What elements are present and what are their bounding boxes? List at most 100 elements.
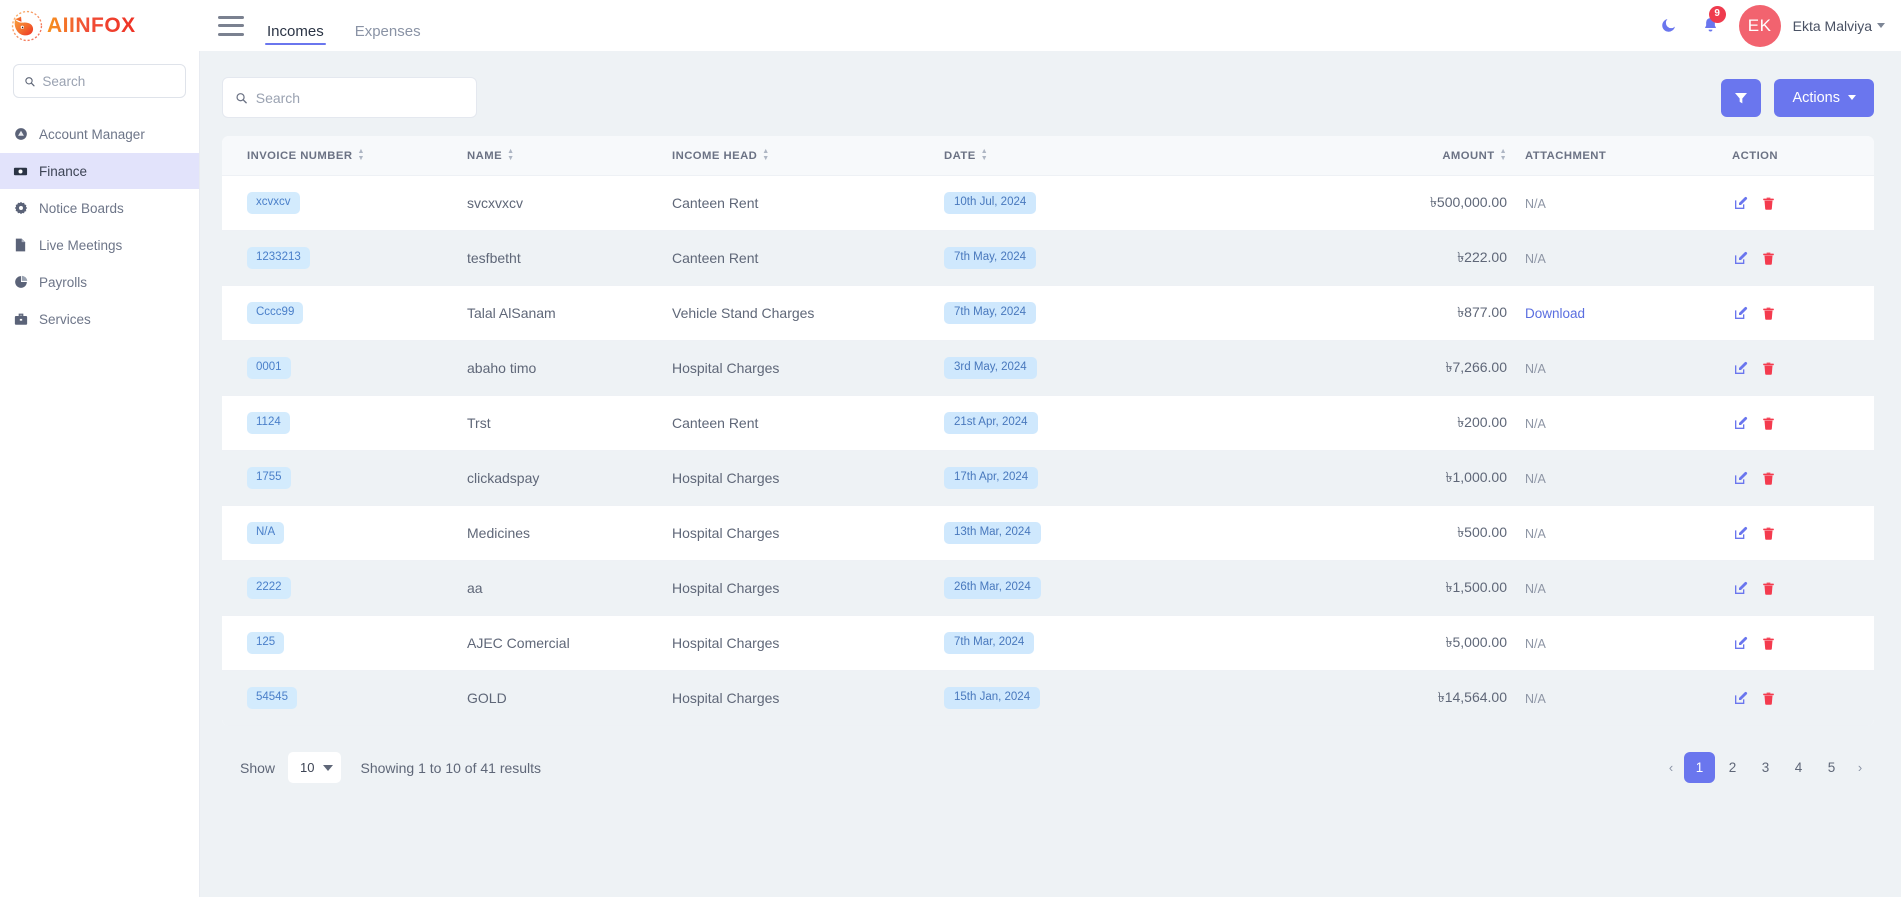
- invoice-number-badge: 1124: [247, 412, 290, 434]
- cell-amount: ৳1,000.00: [1339, 451, 1509, 506]
- search-icon: [25, 76, 35, 86]
- search-input[interactable]: [255, 89, 464, 106]
- sidebar-item-payrolls[interactable]: Payrolls: [0, 264, 199, 300]
- trash-delete-icon[interactable]: [1759, 634, 1777, 652]
- column-header-amount[interactable]: AMOUNT ▲ ▼: [1339, 136, 1509, 176]
- pagination-page-2[interactable]: 2: [1717, 752, 1748, 783]
- column-header-action: ACTION: [1714, 136, 1874, 176]
- table-row: 2222 aa Hospital Charges 26th Mar, 2024 …: [222, 560, 1874, 616]
- cell-attachment: Download: [1509, 286, 1714, 341]
- sidebar-item-finance[interactable]: Finance: [0, 153, 199, 189]
- column-header-income-head[interactable]: INCOME HEAD ▲ ▼: [672, 136, 944, 176]
- pagination-page-3[interactable]: 3: [1750, 752, 1781, 783]
- attachment-value: N/A: [1525, 197, 1546, 211]
- sort-icon: ▲ ▼: [762, 148, 770, 162]
- hamburger-menu-icon[interactable]: [218, 15, 244, 36]
- date-badge: 10th Jul, 2024: [944, 192, 1037, 214]
- cell-amount: ৳5,000.00: [1339, 616, 1509, 671]
- cell-date: 17th Apr, 2024: [944, 451, 1339, 506]
- services-icon: [13, 312, 28, 327]
- amount-value: ৳222.00: [1457, 249, 1507, 265]
- cell-income-head: Canteen Rent: [672, 195, 759, 211]
- sidebar-item-account-manager[interactable]: Account Manager: [0, 116, 199, 152]
- column-label: INCOME HEAD: [672, 149, 758, 162]
- pagination-page-5[interactable]: 5: [1816, 752, 1847, 783]
- cell-income-head: Vehicle Stand Charges: [672, 305, 815, 321]
- sort-icon: ▲ ▼: [507, 148, 515, 162]
- sort-icon: ▲ ▼: [980, 148, 989, 162]
- cell-date: 7th May, 2024: [944, 231, 1339, 286]
- app-logo[interactable]: AIINFOX: [10, 9, 136, 43]
- cell-action: [1714, 671, 1874, 726]
- trash-delete-icon[interactable]: [1759, 469, 1777, 487]
- trash-delete-icon[interactable]: [1759, 359, 1777, 377]
- column-header-date[interactable]: DATE ▲ ▼: [944, 136, 1339, 176]
- filter-button[interactable]: [1721, 78, 1762, 117]
- sidebar-item-notice-boards[interactable]: Notice Boards: [0, 190, 199, 226]
- trash-delete-icon[interactable]: [1759, 414, 1777, 432]
- edit-pencil-icon[interactable]: [1732, 414, 1750, 432]
- notifications-button[interactable]: 9: [1689, 5, 1733, 46]
- trash-delete-icon[interactable]: [1759, 579, 1777, 597]
- cell-attachment: N/A: [1509, 451, 1714, 506]
- edit-pencil-icon[interactable]: [1732, 579, 1750, 597]
- attachment-value: N/A: [1525, 582, 1546, 596]
- header-right-actions: 9 EK Ekta Malviya: [1649, 4, 1901, 47]
- cell-income-head: Hospital Charges: [672, 525, 780, 541]
- cell-name: clickadspay: [467, 470, 540, 486]
- sidebar-search[interactable]: [13, 64, 186, 98]
- pagination-page-1[interactable]: 1: [1684, 752, 1715, 783]
- cell-date: 21st Apr, 2024: [944, 396, 1339, 451]
- edit-pencil-icon[interactable]: [1732, 249, 1750, 267]
- cell-date: 15th Jan, 2024: [944, 671, 1339, 726]
- cell-date: 7th May, 2024: [944, 286, 1339, 341]
- edit-pencil-icon[interactable]: [1732, 634, 1750, 652]
- cell-action: [1714, 341, 1874, 396]
- column-header-invoice-number[interactable]: INVOICE NUMBER ▲ ▼: [222, 136, 467, 176]
- amount-value: ৳200.00: [1457, 414, 1507, 430]
- cell-amount: ৳500,000.00: [1339, 176, 1509, 231]
- table-row: 54545 GOLD Hospital Charges 15th Jan, 20…: [222, 670, 1874, 726]
- edit-pencil-icon[interactable]: [1732, 469, 1750, 487]
- chevron-down-icon: [1877, 23, 1885, 28]
- cell-income-head: Hospital Charges: [672, 580, 780, 596]
- sidebar-search-input[interactable]: [42, 73, 175, 89]
- edit-pencil-icon[interactable]: [1732, 689, 1750, 707]
- dark-mode-toggle[interactable]: [1649, 6, 1689, 46]
- page-size-select[interactable]: 10: [288, 752, 341, 783]
- download-link[interactable]: Download: [1525, 306, 1585, 321]
- edit-pencil-icon[interactable]: [1732, 359, 1750, 377]
- invoice-number-badge: 2222: [247, 577, 291, 599]
- cell-income-head: Hospital Charges: [672, 690, 780, 706]
- trash-delete-icon[interactable]: [1759, 689, 1777, 707]
- trash-delete-icon[interactable]: [1759, 524, 1777, 542]
- tab-expenses[interactable]: Expenses: [353, 24, 423, 51]
- edit-pencil-icon[interactable]: [1732, 194, 1750, 212]
- actions-button-label: Actions: [1792, 89, 1840, 106]
- trash-delete-icon[interactable]: [1759, 249, 1777, 267]
- pagination-prev[interactable]: ‹: [1660, 752, 1682, 783]
- invoice-number-badge: 1755: [247, 467, 291, 489]
- cell-name: tesfbetht: [467, 250, 521, 266]
- edit-pencil-icon[interactable]: [1732, 524, 1750, 542]
- sidebar-item-services[interactable]: Services: [0, 301, 199, 337]
- invoice-number-badge: 1233213: [247, 247, 310, 269]
- column-header-name[interactable]: NAME ▲ ▼: [467, 136, 672, 176]
- user-menu[interactable]: Ekta Malviya: [1793, 18, 1885, 34]
- trash-delete-icon[interactable]: [1759, 194, 1777, 212]
- pagination-next[interactable]: ›: [1849, 752, 1871, 783]
- cell-amount: ৳14,564.00: [1339, 671, 1509, 726]
- pagination-page-4[interactable]: 4: [1783, 752, 1814, 783]
- sidebar-item-live-meetings[interactable]: Live Meetings: [0, 227, 199, 263]
- avatar[interactable]: EK: [1738, 4, 1781, 47]
- invoice-number-badge: 125: [247, 632, 285, 654]
- attachment-value: N/A: [1525, 417, 1546, 431]
- page-size-value: 10: [300, 760, 315, 775]
- edit-pencil-icon[interactable]: [1732, 304, 1750, 322]
- tab-incomes[interactable]: Incomes: [265, 24, 326, 51]
- actions-button[interactable]: Actions: [1774, 78, 1874, 117]
- table-search[interactable]: [222, 77, 477, 118]
- cell-invoice-number: N/A: [222, 506, 467, 561]
- invoice-number-badge: 0001: [247, 357, 291, 379]
- trash-delete-icon[interactable]: [1759, 304, 1777, 322]
